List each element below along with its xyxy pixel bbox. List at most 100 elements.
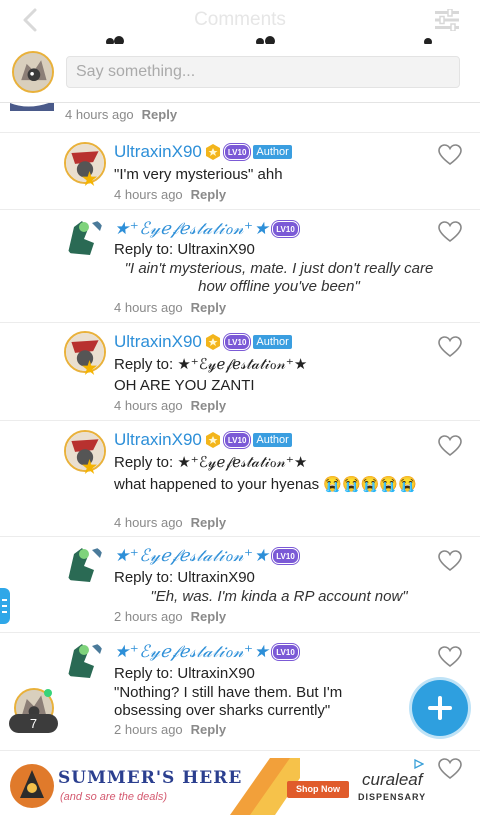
comment-input[interactable] xyxy=(66,56,460,88)
divider xyxy=(0,750,480,751)
comment-item: ★⁺ℰ𝓎ℯ𝒻ℯ𝓈𝓉𝒶𝓉𝒾ℴ𝓃⁺★ LV10 Reply to: Ultraxin… xyxy=(0,632,480,751)
level-badge: LV10 xyxy=(272,548,299,564)
avatar[interactable] xyxy=(64,217,106,259)
level-badge: LV10 xyxy=(272,644,299,660)
comment-header: ★⁺ℰ𝓎ℯ𝒻ℯ𝓈𝓉𝒶𝓉𝒾ℴ𝓃⁺★ LV10 xyxy=(114,219,299,239)
comment-header: ★⁺ℰ𝓎ℯ𝒻ℯ𝓈𝓉𝒶𝓉𝒾ℴ𝓃⁺★ LV10 xyxy=(114,642,299,662)
author-badge: Author xyxy=(253,335,292,349)
username[interactable]: UltraxinX90 xyxy=(114,332,202,352)
reply-to-label: Reply to: ★⁺ℰ𝓎ℯ𝒻ℯ𝓈𝓉𝒶𝓉𝒾ℴ𝓃⁺★ xyxy=(114,454,308,471)
comment-text: what happened to your hyenas 😭😭😭😭😭 xyxy=(114,476,417,493)
shop-now-button[interactable]: Shop Now xyxy=(287,781,349,798)
reply-button[interactable]: Reply xyxy=(191,187,226,202)
comment-meta: 2 hours ago Reply xyxy=(114,609,226,624)
comment-header: UltraxinX90 LV10 Author xyxy=(114,332,292,352)
gold-badge-icon xyxy=(205,144,220,160)
username[interactable]: ★⁺ℰ𝓎ℯ𝒻ℯ𝓈𝓉𝒶𝓉𝒾ℴ𝓃⁺★ xyxy=(114,219,269,239)
level-badge: LV10 xyxy=(272,221,299,237)
username[interactable]: UltraxinX90 xyxy=(114,430,202,450)
timestamp: 2 hours ago xyxy=(114,722,183,737)
heart-icon[interactable] xyxy=(438,144,462,166)
level-badge: LV10 xyxy=(223,432,251,448)
comment-header: ★⁺ℰ𝓎ℯ𝒻ℯ𝓈𝓉𝒶𝓉𝒾ℴ𝓃⁺★ LV10 xyxy=(114,546,299,566)
author-badge: Author xyxy=(253,433,292,447)
ad-logo-icon xyxy=(10,764,54,808)
comment-meta: 4 hours ago Reply xyxy=(114,515,226,530)
comment-text: "Nothing? I still have them. But I'm obs… xyxy=(114,684,343,719)
author-badge: Author xyxy=(253,145,292,159)
ad-subtitle: (and so are the deals) xyxy=(60,791,168,803)
ad-brand-subtitle: DISPENSARY xyxy=(358,792,426,802)
online-status-dot xyxy=(44,689,52,697)
username[interactable]: ★⁺ℰ𝓎ℯ𝒻ℯ𝓈𝓉𝒶𝓉𝒾ℴ𝓃⁺★ xyxy=(114,546,269,566)
reply-to-label: Reply to: UltraxinX90 xyxy=(114,569,255,586)
page-title: Comments xyxy=(194,9,286,30)
add-comment-button[interactable] xyxy=(412,680,468,736)
heart-icon[interactable] xyxy=(438,646,462,668)
comment-text: "I'm very mysterious" ahh xyxy=(114,166,283,183)
reply-button[interactable]: Reply xyxy=(191,515,226,530)
username[interactable]: UltraxinX90 xyxy=(114,142,202,162)
avatar[interactable] xyxy=(64,544,106,586)
reply-to-label: Reply to: UltraxinX90 xyxy=(114,665,255,682)
heart-icon[interactable] xyxy=(438,221,462,243)
comment-meta: 4 hours ago Reply xyxy=(114,398,226,413)
comment-header: UltraxinX90 LV10 Author xyxy=(114,142,292,162)
heart-icon[interactable] xyxy=(438,550,462,572)
gold-badge-icon xyxy=(205,334,220,350)
partial-comment: 4 hours ago Reply xyxy=(0,103,480,131)
ad-choices-icon[interactable] xyxy=(414,759,424,769)
timestamp: 4 hours ago xyxy=(114,398,183,413)
reply-to-label: Reply to: UltraxinX90 xyxy=(114,241,255,258)
ad-banner[interactable]: SUMMER'S HERE (and so are the deals) Sho… xyxy=(10,758,426,815)
username[interactable]: ★⁺ℰ𝓎ℯ𝒻ℯ𝓈𝓉𝒶𝓉𝒾ℴ𝓃⁺★ xyxy=(114,642,269,662)
top-bar: Comments xyxy=(0,0,480,44)
reply-button[interactable]: Reply xyxy=(191,300,226,315)
reply-button[interactable]: Reply xyxy=(191,609,226,624)
reply-button[interactable]: Reply xyxy=(142,107,177,122)
level-star-icon xyxy=(82,459,97,474)
timestamp: 4 hours ago xyxy=(114,187,183,202)
reply-button[interactable]: Reply xyxy=(191,722,226,737)
ad-headline: SUMMER'S HERE xyxy=(58,768,243,788)
my-avatar[interactable] xyxy=(12,51,54,93)
comment-item: UltraxinX90 LV10 Author Reply to: ★⁺ℰ𝓎ℯ𝒻… xyxy=(0,420,480,537)
level-star-icon xyxy=(82,360,97,375)
filter-settings-icon[interactable] xyxy=(434,9,460,31)
decorative-dots xyxy=(256,36,275,44)
avatar xyxy=(10,103,56,111)
comment-item: UltraxinX90 LV10 Author Reply to: ★⁺ℰ𝓎ℯ𝒻… xyxy=(0,322,480,421)
heart-icon[interactable] xyxy=(438,336,462,358)
comment-meta: 4 hours ago Reply xyxy=(114,187,226,202)
timestamp: 4 hours ago xyxy=(114,300,183,315)
comment-text: "Eh, was. I'm kinda a RP account now" xyxy=(150,588,408,605)
side-menu-tab[interactable] xyxy=(0,588,10,624)
comment-list[interactable]: 4 hours ago Reply UltraxinX90 LV10 Author… xyxy=(0,103,480,751)
timestamp: 2 hours ago xyxy=(114,609,183,624)
gold-badge-icon xyxy=(205,432,220,448)
comment-header: UltraxinX90 LV10 Author xyxy=(114,430,292,450)
comment-composer xyxy=(0,44,480,103)
timestamp: 4 hours ago xyxy=(114,515,183,530)
reply-button[interactable]: Reply xyxy=(191,398,226,413)
timestamp: 4 hours ago xyxy=(65,107,134,122)
reply-to-label: Reply to: ★⁺ℰ𝓎ℯ𝒻ℯ𝓈𝓉𝒶𝓉𝒾ℴ𝓃⁺★ xyxy=(114,356,308,373)
comment-meta: 4 hours ago Reply xyxy=(65,107,177,122)
level-badge: LV10 xyxy=(223,144,251,160)
level-badge: LV10 xyxy=(223,334,251,350)
unread-count-badge[interactable]: 7 xyxy=(9,714,58,733)
comment-item: ★⁺ℰ𝓎ℯ𝒻ℯ𝓈𝓉𝒶𝓉𝒾ℴ𝓃⁺★ LV10 Reply to: Ultraxin… xyxy=(0,536,480,633)
decorative-dots xyxy=(106,36,124,44)
level-star-icon xyxy=(82,171,97,186)
decorative-dots xyxy=(424,38,432,44)
heart-icon[interactable] xyxy=(438,758,462,780)
comment-item: ★⁺ℰ𝓎ℯ𝒻ℯ𝓈𝓉𝒶𝓉𝒾ℴ𝓃⁺★ LV10 Reply to: Ultraxin… xyxy=(0,209,480,323)
avatar[interactable] xyxy=(64,640,106,682)
comment-meta: 4 hours ago Reply xyxy=(114,300,226,315)
comment-item: UltraxinX90 LV10 Author "I'm very myster… xyxy=(0,132,480,210)
comment-meta: 2 hours ago Reply xyxy=(114,722,226,737)
comment-text: OH ARE YOU ZANTI xyxy=(114,377,255,394)
heart-icon[interactable] xyxy=(438,435,462,457)
comment-text: "I ain't mysterious, mate. I just don't … xyxy=(124,260,434,295)
ad-brand: curaleaf xyxy=(362,770,423,789)
